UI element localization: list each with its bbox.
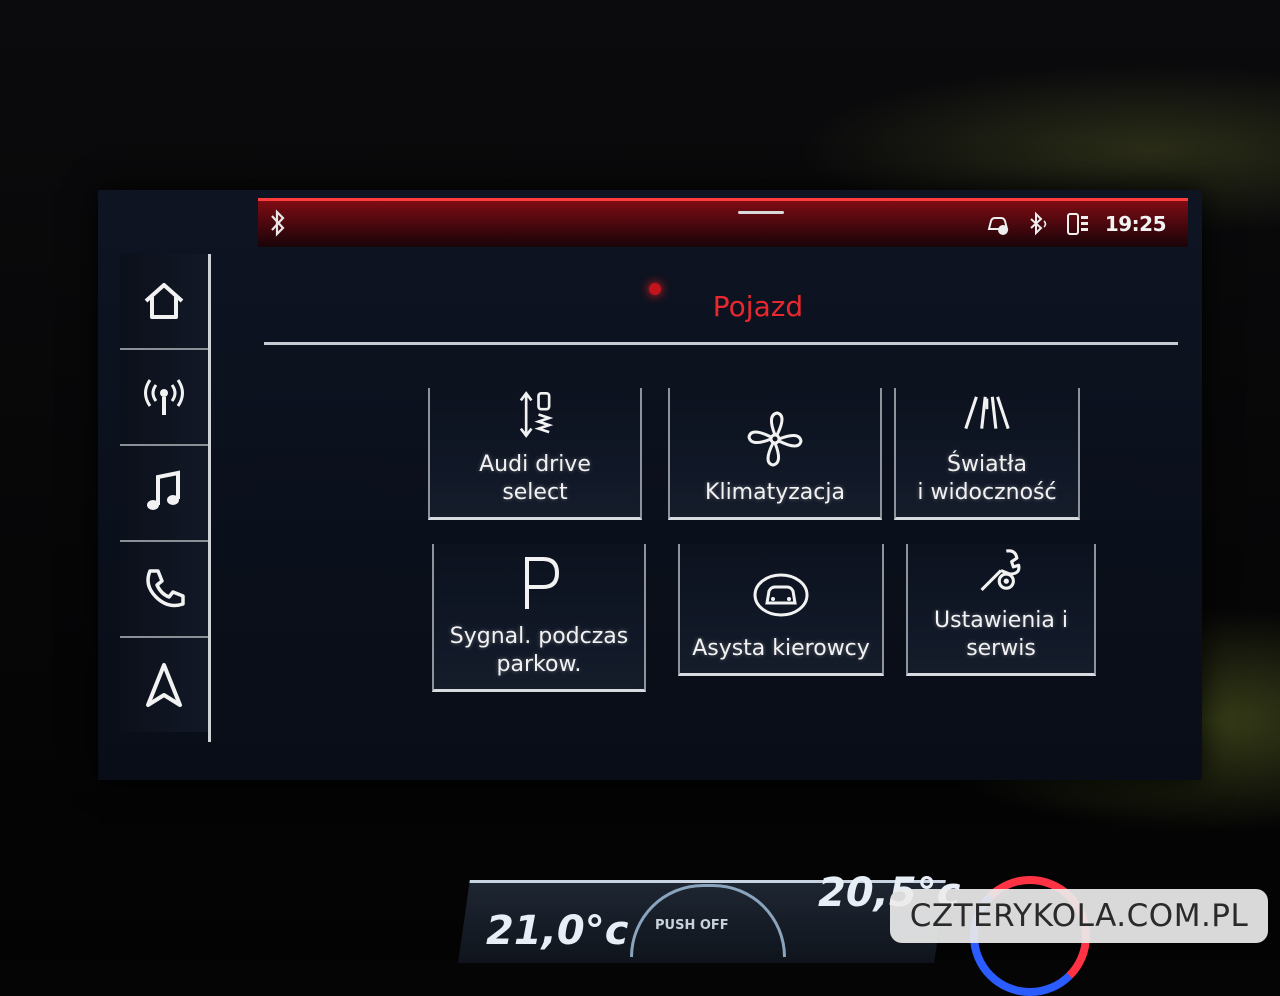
wrench-gear-icon: [980, 549, 1021, 592]
tile-audi-drive-select[interactable]: Audi drive select: [428, 388, 642, 520]
navigation-arrow-icon: [146, 663, 182, 707]
parking-icon: [525, 557, 560, 609]
phone-icon: [146, 569, 185, 608]
sidebar-item-radio[interactable]: [120, 350, 208, 446]
status-bar: 19:25: [258, 198, 1188, 247]
page-title: Pojazd: [712, 290, 804, 323]
sidebar-item-home[interactable]: [120, 254, 208, 350]
tile-sygnal-podczas-parkow[interactable]: Sygnal. podczas parkow.: [432, 544, 646, 692]
radio-antenna-icon: [144, 379, 184, 415]
tile-label: Sygnal. podczas parkow.: [449, 624, 629, 677]
left-temperature: 21,0°c: [486, 908, 629, 954]
notification-handle[interactable]: [738, 211, 784, 214]
tile-klimatyzacja[interactable]: Klimatyzacja: [668, 388, 882, 520]
tile-asysta-kierowcy[interactable]: Asysta kierowcy: [678, 544, 884, 676]
status-icons: 19:25: [985, 211, 1167, 237]
tile-label: Ustawienia i serwis: [934, 608, 1068, 661]
tile-label: Asysta kierowcy: [692, 636, 870, 661]
watermark: CZTERYKOLA.COM.PL: [890, 889, 1268, 943]
tile-swiatla-i-widocznosc[interactable]: Światła i widoczność: [894, 388, 1080, 520]
tile-ustawienia-i-serwis[interactable]: Ustawienia i serwis: [906, 544, 1096, 676]
headlight-road-icon: [964, 396, 1010, 430]
home-icon: [144, 283, 184, 319]
suspension-icon: [519, 391, 554, 438]
sidebar-item-navigation[interactable]: [120, 638, 208, 732]
music-note-icon: [147, 470, 180, 510]
push-off-label: PUSH OFF: [655, 918, 729, 933]
bluetooth-icon: [1030, 211, 1047, 236]
sidebar-item-phone[interactable]: [120, 542, 208, 638]
car-signal-icon: [987, 217, 1009, 235]
sidebar-item-media[interactable]: [120, 446, 208, 542]
tile-label: Światła i widoczność: [917, 452, 1057, 505]
sidebar: [120, 254, 211, 742]
tile-label: Klimatyzacja: [705, 480, 845, 505]
driver-assist-icon: [753, 573, 809, 617]
phone-battery-icon: [1066, 213, 1088, 235]
tile-label: Audi drive select: [479, 452, 591, 505]
infotainment-screen: 19:25 Pojazd Audi drive select Klimatyza…: [98, 190, 1202, 780]
title-divider: [264, 342, 1178, 345]
bluetooth-icon: [271, 209, 285, 237]
clock: 19:25: [1104, 212, 1167, 236]
fan-icon: [747, 411, 803, 467]
